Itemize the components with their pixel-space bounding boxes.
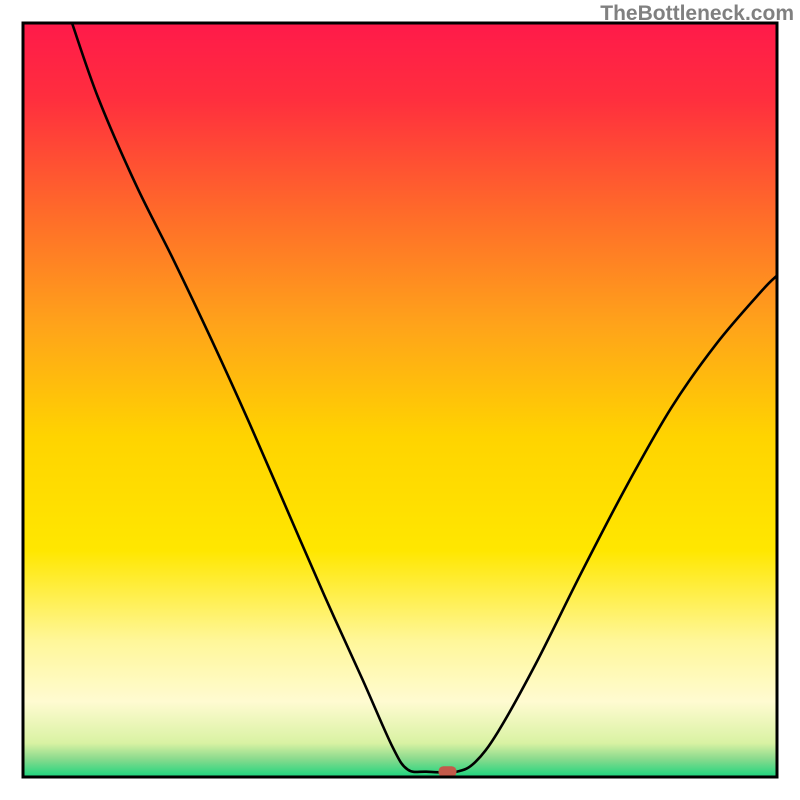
bottleneck-chart: [0, 0, 800, 800]
watermark-text: TheBottleneck.com: [600, 2, 794, 26]
gradient-background: [23, 23, 777, 777]
chart-container: TheBottleneck.com: [0, 0, 800, 800]
